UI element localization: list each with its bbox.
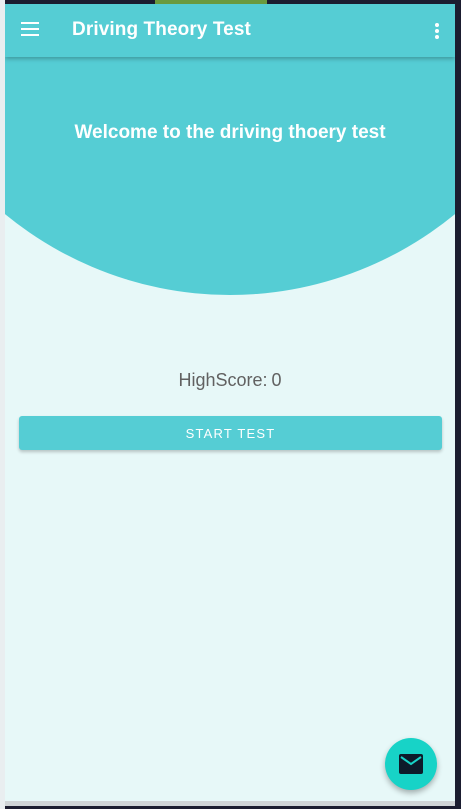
highscore-label: HighScore: (178, 370, 268, 390)
mail-fab-button[interactable] (385, 738, 437, 790)
mail-icon (399, 754, 423, 774)
app-screen: Driving Theory Test Welcome to the drivi… (5, 4, 455, 801)
app-bar: Driving Theory Test (5, 4, 455, 57)
highscore-value: 0 (271, 370, 282, 390)
welcome-heading: Welcome to the driving thoery test (74, 122, 386, 143)
device-frame: Driving Theory Test Welcome to the drivi… (0, 0, 461, 809)
highscore-display: HighScore: 0 (5, 370, 455, 391)
hamburger-menu-icon[interactable] (21, 22, 39, 36)
nav-shadow-edge (5, 801, 455, 806)
more-vert-icon[interactable] (435, 23, 439, 39)
start-test-button[interactable]: START TEST (19, 416, 442, 450)
app-title: Driving Theory Test (72, 19, 251, 40)
